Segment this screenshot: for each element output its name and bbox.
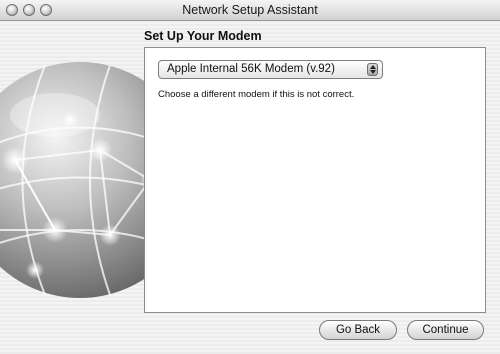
- page-title: Set Up Your Modem: [144, 29, 262, 43]
- window-title: Network Setup Assistant: [182, 3, 318, 17]
- title-bar[interactable]: Network Setup Assistant: [0, 0, 500, 21]
- go-back-button[interactable]: Go Back: [319, 320, 397, 340]
- content-panel: [144, 47, 486, 313]
- modem-select[interactable]: Apple Internal 56K Modem (v.92): [158, 60, 383, 79]
- modem-hint-text: Choose a different modem if this is not …: [158, 89, 355, 100]
- continue-button[interactable]: Continue: [407, 320, 484, 340]
- up-down-arrows-icon: [367, 63, 378, 76]
- assistant-window: Network Setup Assistant Set Up Your Mode…: [0, 0, 500, 354]
- modem-select-value: Apple Internal 56K Modem (v.92): [167, 63, 335, 75]
